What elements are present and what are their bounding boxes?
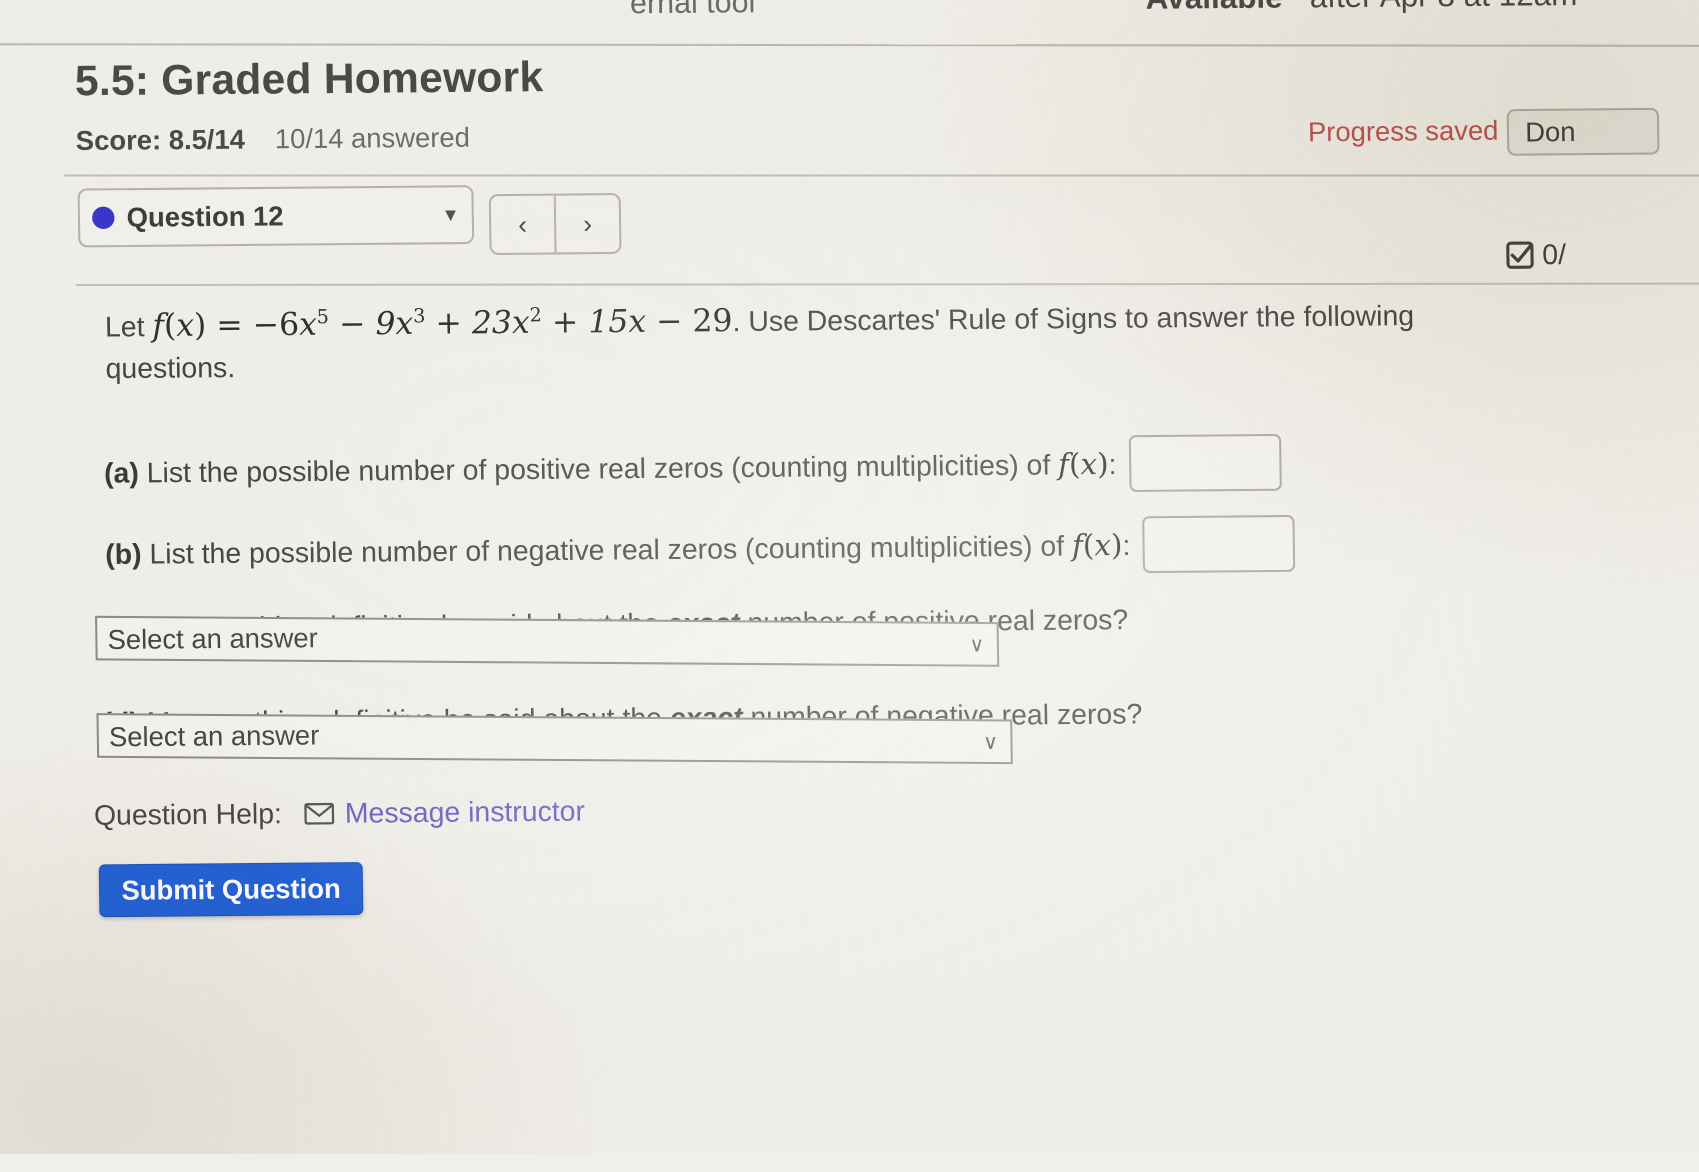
- availability-value: after Apr 8 at 12am: [1309, 0, 1577, 14]
- part-b-answer-input[interactable]: [1142, 514, 1296, 574]
- envelope-icon: [304, 801, 335, 826]
- part-b-text: List the possible number of negative rea…: [141, 530, 1073, 570]
- stem-prefix: Let: [104, 310, 153, 343]
- part-c-answer-select[interactable]: Select an answer ∨: [95, 615, 1000, 667]
- chevron-down-icon: ▼: [441, 204, 460, 225]
- part-b-letter: (b): [105, 538, 142, 571]
- availability-label: Available: [1145, 0, 1283, 16]
- question-points-indicator: 0/: [1504, 239, 1566, 272]
- question-selector-label: Question 12: [126, 200, 284, 233]
- points-text: 0/: [1542, 238, 1567, 271]
- title-divider: [64, 174, 1699, 177]
- part-a-colon: :: [1108, 448, 1117, 481]
- progress-saved-status: Progress saved: [1307, 115, 1499, 148]
- answered-label: 10/14 answered: [274, 122, 471, 155]
- previous-question-button[interactable]: ‹: [488, 193, 556, 256]
- question-stem: Let f(x) = −6x5 − 9x3 + 23x2 + 15x − 29.…: [105, 293, 1416, 389]
- done-button[interactable]: Don: [1506, 107, 1660, 156]
- page-title: 5.5: Graded Homework: [74, 52, 544, 105]
- score-label: Score: 8.5/14: [75, 124, 246, 157]
- part-d-select-value: Select an answer: [108, 719, 320, 752]
- chevron-down-icon: ∨: [969, 633, 985, 656]
- question-help-row: Question Help: Message instructor: [94, 795, 585, 832]
- availability-text: Available after Apr 8 at 12am: [1145, 0, 1577, 17]
- question-help-label: Question Help:: [93, 797, 283, 831]
- score-row: Score: 8.5/14 10/14 answered: [76, 122, 471, 157]
- part-b-function: f(x): [1071, 527, 1123, 563]
- external-tool-partial-text: ernal tool: [629, 0, 756, 21]
- question-divider: [75, 282, 1699, 287]
- part-c-select-value: Select an answer: [107, 622, 319, 655]
- message-instructor-link[interactable]: Message instructor: [345, 795, 586, 830]
- part-a-text: List the possible number of positive rea…: [138, 449, 1059, 489]
- question-nav-buttons: ‹ ›: [488, 192, 622, 256]
- part-a-letter: (a): [103, 457, 140, 489]
- part-b-colon: :: [1122, 529, 1131, 562]
- question-part-a: (a) List the possible number of positive…: [103, 433, 1282, 501]
- question-selector-dropdown[interactable]: Question 12 ▼: [77, 185, 475, 248]
- question-status-dot-icon: [91, 206, 115, 230]
- next-question-button[interactable]: ›: [554, 192, 622, 255]
- header-divider: [0, 43, 1699, 47]
- submit-question-button[interactable]: Submit Question: [98, 862, 364, 918]
- part-d-answer-select[interactable]: Select an answer ∨: [96, 713, 1013, 765]
- chevron-down-icon: ∨: [983, 730, 999, 754]
- part-a-function: f(x): [1057, 446, 1109, 482]
- question-part-b: (b) List the possible number of negative…: [105, 514, 1296, 582]
- checkbox-checked-icon: [1506, 241, 1534, 269]
- polynomial-expression: f(x) = −6x5 − 9x3 + 23x2 + 15x − 29: [152, 302, 733, 345]
- part-a-answer-input[interactable]: [1128, 433, 1282, 493]
